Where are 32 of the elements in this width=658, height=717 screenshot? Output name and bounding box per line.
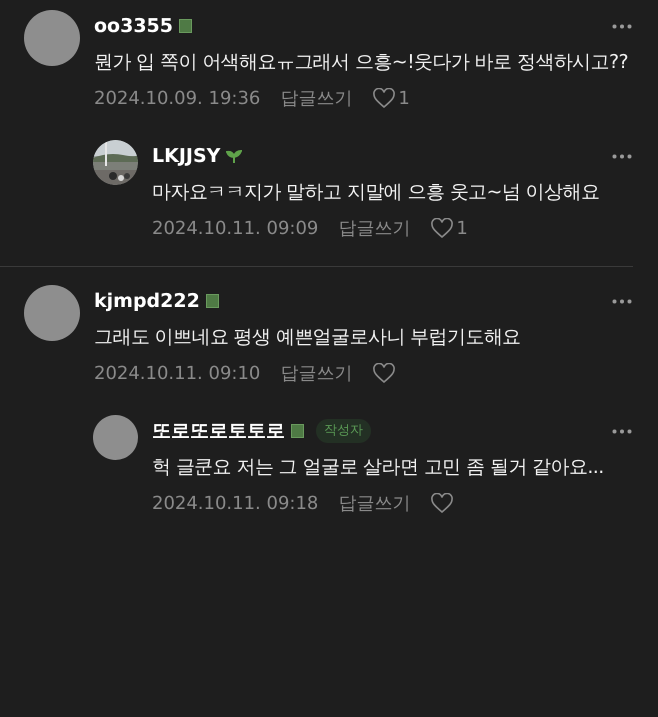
comment-date: 2024.10.09. 19:36	[94, 87, 260, 111]
like-count: 1	[456, 217, 468, 241]
comment-date: 2024.10.11. 09:18	[152, 492, 318, 516]
reply-link[interactable]: 답글쓰기	[280, 360, 352, 387]
level-badge-icon	[206, 294, 219, 308]
comment-date: 2024.10.11. 09:09	[152, 217, 318, 241]
reply-link[interactable]: 답글쓰기	[338, 490, 410, 517]
heart-icon[interactable]	[430, 493, 454, 514]
level-badge-icon	[291, 424, 304, 438]
more-icon[interactable]	[612, 24, 632, 28]
heart-icon[interactable]	[430, 218, 454, 239]
heart-icon[interactable]	[372, 88, 396, 109]
sprout-icon	[226, 149, 242, 163]
comment-text: 마자요ㅋㅋ지가 말하고 지말에 으흥 웃고~넘 이상해요	[152, 180, 600, 205]
more-icon[interactable]	[612, 428, 632, 434]
like-count: 1	[398, 87, 410, 111]
reply-link[interactable]: 답글쓰기	[338, 215, 410, 242]
reply-link[interactable]: 답글쓰기	[280, 85, 352, 112]
heart-icon[interactable]	[372, 363, 396, 384]
avatar[interactable]	[93, 415, 138, 460]
comment-text: 그래도 이쁘네요 평생 예쁜얼굴로사니 부럽기도해요	[94, 325, 522, 350]
level-badge-icon	[179, 19, 192, 33]
author-name[interactable]: kjmpd222	[94, 286, 200, 316]
author-name[interactable]: LKJJSY	[152, 142, 220, 170]
more-icon[interactable]	[612, 298, 632, 304]
comment-text: 뭔가 입 쪽이 어색해요ㅠ그래서 으흥~!웃다가 바로 정색하시고??	[94, 50, 629, 75]
comment-text: 헉 글쿤요 저는 그 얼굴로 살라면 고민 좀 될거 같아요...	[152, 455, 605, 480]
author-name[interactable]: 또로또로토토로	[152, 416, 285, 446]
more-icon[interactable]	[612, 154, 632, 158]
author-tag: 작성자	[316, 419, 371, 443]
author-name[interactable]: oo3355	[94, 12, 173, 40]
comment-date: 2024.10.11. 09:10	[94, 362, 260, 386]
